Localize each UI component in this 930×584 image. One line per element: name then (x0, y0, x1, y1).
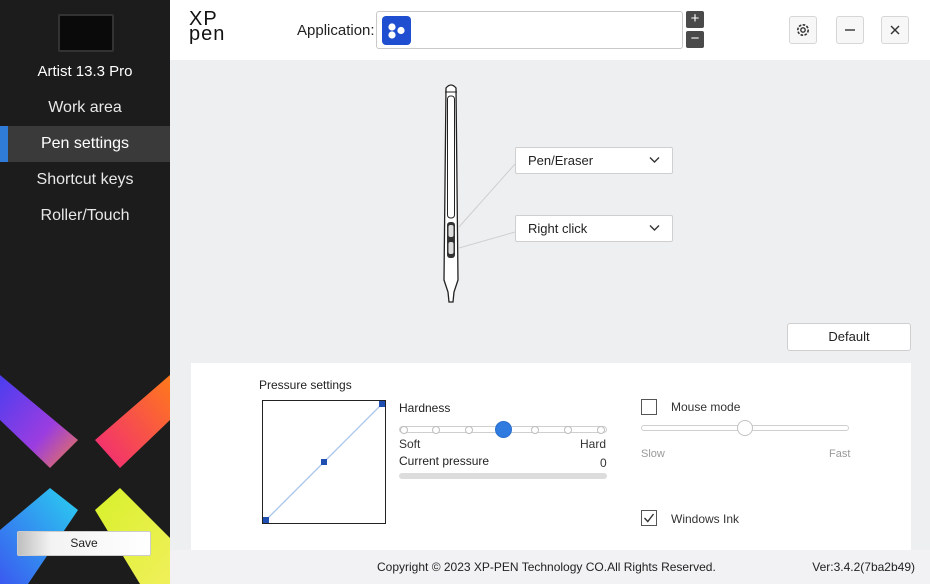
hard-label: Hard (580, 437, 607, 451)
windows-ink-checkbox[interactable] (641, 510, 657, 526)
close-icon (890, 25, 900, 35)
device-image (58, 14, 114, 52)
remove-application-button[interactable]: − (686, 31, 704, 48)
fast-label: Fast (829, 448, 851, 460)
gear-icon (797, 24, 809, 36)
sidebar-item-shortcut-keys[interactable]: Shortcut keys (0, 162, 170, 198)
pressure-panel: Pressure settings Hardness Soft Hard Cur… (191, 363, 911, 550)
pressure-curve (263, 401, 385, 523)
current-pressure-label: Current pressure (399, 454, 490, 468)
hardness-slider[interactable] (399, 421, 607, 438)
add-application-button[interactable]: + (686, 11, 704, 28)
pen-illustration (443, 84, 516, 303)
footer: Copyright © 2023 XP-PEN Technology CO.Al… (170, 550, 930, 584)
lower-pen-button-value: Right click (528, 221, 588, 236)
chevron-down-icon (649, 157, 660, 163)
device-name: Artist 13.3 Pro (37, 63, 133, 80)
header: XP pen Application: + − (170, 0, 930, 60)
copyright-text: Copyright © 2023 XP-PEN Technology CO.Al… (377, 560, 716, 574)
application-selector[interactable] (376, 11, 683, 49)
pressure-settings-title: Pressure settings (259, 378, 352, 392)
upper-pen-button-value: Pen/Eraser (528, 153, 594, 168)
mouse-speed-slider[interactable] (641, 420, 849, 437)
current-pressure-value: 0 (600, 456, 607, 470)
version-text: Ver:3.4.2(7ba2b49) (812, 560, 915, 574)
settings-button[interactable] (789, 16, 817, 44)
mouse-mode-checkbox[interactable] (641, 399, 657, 415)
sidebar-item-work-area[interactable]: Work area (0, 90, 170, 126)
mouse-mode-label: Mouse mode (671, 400, 741, 414)
sidebar-item-pen-settings[interactable]: Pen settings (0, 126, 170, 162)
sidebar-item-roller-touch[interactable]: Roller/Touch (0, 198, 170, 234)
minimize-button[interactable] (836, 16, 864, 44)
windows-ink-label: Windows Ink (671, 512, 740, 526)
hardness-slider-knob[interactable] (495, 421, 512, 438)
lower-pen-button-dropdown[interactable]: Right click (515, 215, 673, 242)
default-button[interactable]: Default (787, 323, 911, 351)
upper-pen-button-dropdown[interactable]: Pen/Eraser (515, 147, 673, 174)
xppen-logo: XP pen (189, 9, 226, 45)
slow-label: Slow (641, 448, 665, 460)
checkmark-icon (643, 513, 655, 523)
current-pressure-bar (399, 473, 607, 479)
curve-start-handle[interactable] (263, 517, 269, 523)
application-label: Application: (297, 22, 375, 39)
minimize-icon (845, 29, 855, 31)
pen-settings-area: Pen/Eraser Right click Default Pressure … (170, 60, 930, 550)
mouse-speed-slider-knob[interactable] (737, 420, 753, 436)
sidebar: Artist 13.3 Pro Work area Pen settings S… (0, 0, 170, 584)
chevron-down-icon (649, 225, 660, 231)
all-apps-icon (382, 16, 411, 45)
logo-bottom-text: pen (189, 23, 226, 45)
soft-label: Soft (399, 437, 421, 451)
close-button[interactable] (881, 16, 909, 44)
curve-end-handle[interactable] (379, 401, 385, 407)
pressure-curve-editor[interactable] (262, 400, 386, 524)
hardness-label: Hardness (399, 401, 451, 415)
save-button[interactable]: Save (17, 531, 151, 556)
curve-mid-handle[interactable] (321, 459, 327, 465)
